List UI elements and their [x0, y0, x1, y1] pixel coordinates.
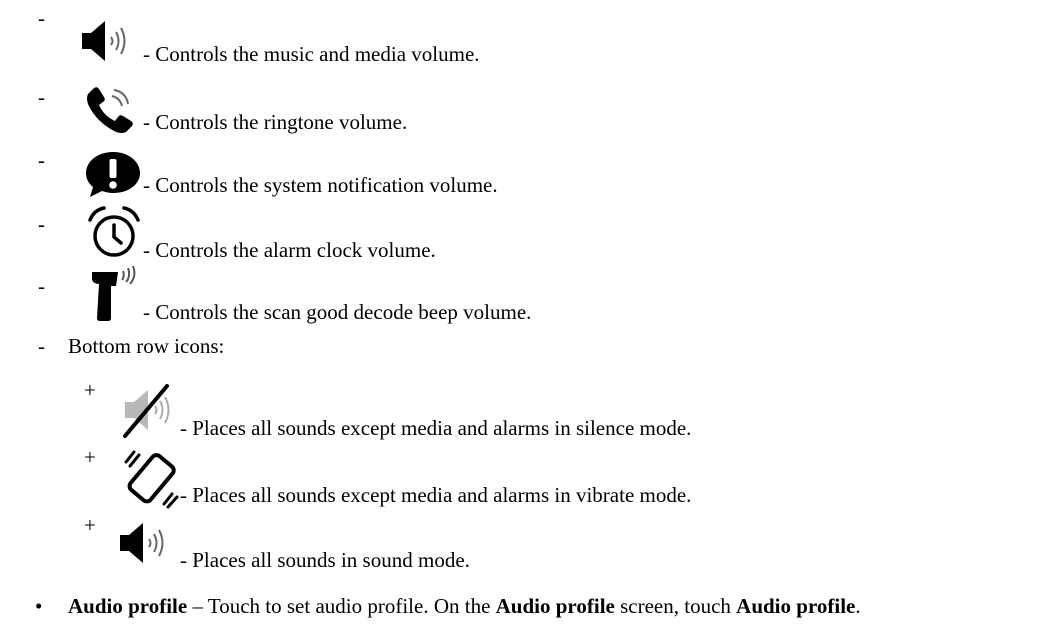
item-description: - Places all sounds in sound mode. [180, 548, 470, 572]
term: Audio profile [68, 594, 188, 618]
item-description: - Controls the music and media volume. [143, 42, 480, 66]
phone-ringing-icon [82, 86, 142, 136]
item-description: - Controls the ringtone volume. [143, 110, 408, 134]
item-description: - Places all sounds except media and ala… [180, 483, 692, 507]
list-marker: - [38, 85, 45, 109]
term: Audio profile [495, 594, 615, 618]
list-marker: - [38, 334, 45, 358]
item-description: - Controls the system notification volum… [143, 173, 498, 197]
list-marker: - [38, 212, 45, 236]
speaker-icon [78, 18, 136, 64]
term: Audio profile [736, 594, 856, 618]
audio-profile-item: • Audio profile – Touch to set audio pro… [0, 0, 1059, 617]
item-description: - Controls the scan good decode beep vol… [143, 300, 532, 324]
speaker-icon [116, 520, 174, 566]
scanner-beep-icon [88, 266, 140, 324]
audio-profile-text: Audio profile – Touch to set audio profi… [68, 594, 861, 618]
list-marker: - [38, 6, 45, 30]
list-marker: - [38, 148, 45, 172]
bullet: • [35, 594, 43, 618]
list-marker: + [84, 378, 96, 402]
list-marker: - [38, 274, 45, 298]
item-description: - Controls the alarm clock volume. [143, 238, 436, 262]
list-marker: + [84, 513, 96, 537]
section-label: Bottom row icons: [68, 334, 225, 358]
notification-alert-icon [84, 150, 142, 198]
list-marker: + [84, 445, 96, 469]
mute-icon [119, 382, 185, 438]
alarm-clock-icon [86, 206, 142, 260]
vibrate-icon [120, 448, 182, 510]
item-description: - Places all sounds except media and ala… [180, 416, 692, 440]
